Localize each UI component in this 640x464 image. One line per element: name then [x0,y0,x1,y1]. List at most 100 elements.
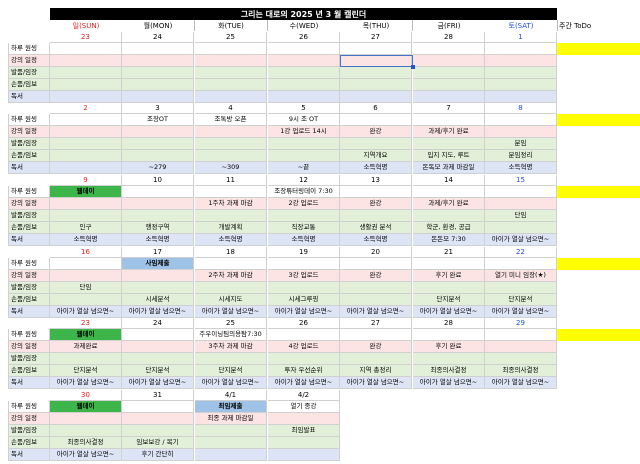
cell-w1-r2-c2[interactable] [195,138,267,150]
cell-w2-r0-c5[interactable] [413,186,485,198]
cell-w0-r2-c1[interactable] [122,67,194,79]
cell-w0-r3-c4[interactable] [340,79,412,91]
cell-w0-r4-c1[interactable] [122,91,194,103]
cell-w3-r0-c5[interactable] [413,258,485,270]
cell-w5-r1-c1[interactable] [122,413,194,425]
cell-w0-r0-c4[interactable] [340,43,412,55]
cell-w3-r4-c2[interactable]: 아이가 열살 넘으면~ [195,306,267,318]
cell-w2-r3-c1[interactable]: 행정구역 [122,222,194,234]
cell-w3-r3-c3[interactable]: 시세그루핑 [268,294,340,306]
cell-w3-r1-c0[interactable] [50,270,122,282]
cell-w4-r1-c3[interactable]: 4강 업로드 [268,341,340,353]
cell-w5-r1-c3[interactable] [268,413,340,425]
cell-w1-r1-c4[interactable]: 완강 [340,126,412,138]
cell-w0-r0-c6[interactable] [485,43,557,55]
cell-w0-r3-c0[interactable] [50,79,122,91]
cell-w4-r4-c6[interactable]: 아이가 열살 넘으면~ [485,377,557,389]
date-cell-w1-5[interactable]: 7 [413,103,485,114]
cell-w2-r4-c0[interactable]: 소득혁명 [50,234,122,246]
cell-w0-r2-c5[interactable] [413,67,485,79]
cell-w1-r2-c1[interactable] [122,138,194,150]
cell-w2-r4-c3[interactable]: 소득혁명 [268,234,340,246]
cell-w2-r2-c2[interactable] [195,210,267,222]
date-cell-w4-1[interactable]: 24 [122,318,194,329]
cell-w2-r2-c4[interactable] [340,210,412,222]
cell-w2-r3-c2[interactable]: 개발계획 [195,222,267,234]
cell-w3-r2-c0[interactable]: 단임 [50,282,122,294]
cell-w4-r0-c0[interactable]: 웹데이 [50,329,122,341]
cell-w0-r4-c3[interactable] [268,91,340,103]
date-cell-w5-3[interactable]: 4/2 [268,390,340,401]
cell-w4-r3-c2[interactable]: 단지분석 [195,365,267,377]
cell-w4-r2-c3[interactable] [268,353,340,365]
cell-w4-r1-c1[interactable] [122,341,194,353]
date-cell-w1-0[interactable]: 2 [50,103,122,114]
cell-w2-r2-c3[interactable] [268,210,340,222]
date-cell-w0-1[interactable]: 24 [122,32,194,43]
cell-w3-r1-c5[interactable]: 후기 완료 [413,270,485,282]
weekly-todo-cell-2[interactable] [557,186,640,198]
cell-w3-r4-c3[interactable]: 아이가 열살 넘으면~ [268,306,340,318]
cell-w0-r2-c2[interactable] [195,67,267,79]
cell-w4-r3-c4[interactable]: 지역 총정리 [340,365,412,377]
date-cell-w4-5[interactable]: 28 [413,318,485,329]
cell-w2-r1-c0[interactable] [50,198,122,210]
date-cell-w1-6[interactable]: 8 [485,103,557,114]
cell-w0-r1-c2[interactable] [195,55,267,67]
date-cell-w4-6[interactable]: 29 [485,318,557,329]
cell-w1-r3-c1[interactable] [122,150,194,162]
date-cell-w4-0[interactable]: 23 [50,318,122,329]
cell-w5-r3-c1[interactable]: 임보보강 / 복기 [122,437,194,449]
date-cell-w5-0[interactable]: 30 [50,390,122,401]
cell-w3-r0-c2[interactable] [195,258,267,270]
cell-w3-r3-c5[interactable]: 단지분석 [413,294,485,306]
cell-w1-r1-c1[interactable] [122,126,194,138]
date-cell-w4-3[interactable]: 26 [268,318,340,329]
cell-w0-r0-c5[interactable] [413,43,485,55]
cell-w3-r0-c4[interactable] [340,258,412,270]
cell-w4-r2-c6[interactable] [485,353,557,365]
cell-w1-r2-c6[interactable]: 분임 [485,138,557,150]
weekly-todo-cell-4[interactable] [557,329,640,341]
date-cell-w0-2[interactable]: 25 [195,32,267,43]
cell-w2-r4-c4[interactable]: 소득혁명 [340,234,412,246]
cell-w4-r2-c2[interactable] [195,353,267,365]
date-cell-w3-2[interactable]: 18 [195,247,267,258]
cell-w4-r1-c5[interactable]: 후기 완료 [413,341,485,353]
cell-w2-r1-c6[interactable] [485,198,557,210]
cell-w2-r3-c5[interactable]: 학군, 환경, 공급 [413,222,485,234]
cell-w5-r2-c2[interactable] [195,425,267,437]
date-cell-w2-3[interactable]: 12 [268,175,340,186]
cell-w1-r0-c2[interactable]: 조톡방 오픈 [195,114,267,126]
cell-w2-r2-c5[interactable] [413,210,485,222]
cell-w2-r1-c3[interactable]: 2강 업로드 [268,198,340,210]
cell-w5-r2-c1[interactable] [122,425,194,437]
cell-w5-r0-c3[interactable]: 열기 중강 [268,401,340,413]
cell-w4-r2-c5[interactable] [413,353,485,365]
date-cell-w5-1[interactable]: 31 [122,390,194,401]
date-cell-w3-4[interactable]: 20 [340,247,412,258]
date-cell-w0-6[interactable]: 1 [485,32,557,43]
cell-w1-r0-c6[interactable] [485,114,557,126]
cell-w5-r4-c2[interactable] [195,449,267,461]
cell-w0-r4-c5[interactable] [413,91,485,103]
date-cell-w1-1[interactable]: 3 [122,103,194,114]
cell-w3-r1-c6[interactable]: 열기 미니 임장(★) [485,270,557,282]
date-cell-w2-0[interactable]: 9 [50,175,122,186]
weekly-todo-cell-3[interactable] [557,258,640,270]
cell-w2-r1-c4[interactable]: 완강 [340,198,412,210]
date-cell-w3-5[interactable]: 21 [413,247,485,258]
weekly-todo-cell-0[interactable] [557,43,640,55]
cell-w4-r3-c1[interactable]: 단지분석 [122,365,194,377]
cell-w1-r4-c3[interactable]: ~끝 [268,162,340,174]
cell-w3-r0-c0[interactable] [50,258,122,270]
cell-w1-r3-c5[interactable]: 입지 지도, 루트 [413,150,485,162]
cell-w1-r0-c4[interactable] [340,114,412,126]
cell-w3-r2-c6[interactable] [485,282,557,294]
date-cell-w3-0[interactable]: 16 [50,247,122,258]
cell-w0-r4-c2[interactable] [195,91,267,103]
date-cell-w2-2[interactable]: 11 [195,175,267,186]
cell-w1-r1-c2[interactable] [195,126,267,138]
cell-w1-r4-c0[interactable] [50,162,122,174]
cell-w4-r1-c2[interactable]: 3주차 과제 마감 [195,341,267,353]
